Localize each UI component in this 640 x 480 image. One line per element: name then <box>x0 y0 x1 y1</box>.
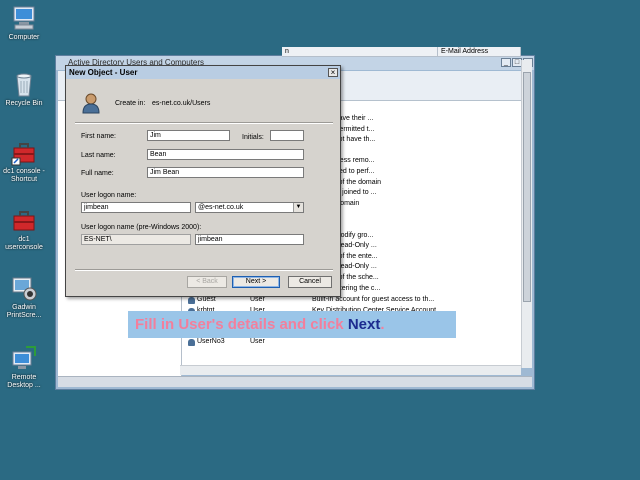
horizontal-scrollbar[interactable] <box>180 365 521 375</box>
desktop-icon-label: Recycle Bin <box>5 100 43 107</box>
remote-desktop-icon <box>10 344 38 372</box>
user-icon <box>82 92 100 114</box>
separator <box>75 269 333 271</box>
toolbox-icon <box>10 206 38 234</box>
caption-highlight: Next <box>347 316 381 333</box>
pre2000-logon-field[interactable]: jimbean <box>195 234 304 245</box>
desktop-icon-label: dc1 userconsole <box>5 236 43 251</box>
caption-suffix: . <box>380 316 385 333</box>
column-header-description[interactable]: n <box>282 47 438 57</box>
dialog-close-button[interactable]: × <box>328 68 338 77</box>
desktop-icon-dc1-console[interactable]: dc1 console - Shortcut <box>2 138 46 184</box>
column-header-email[interactable]: E-Mail Address <box>438 47 521 57</box>
create-in-value: es-net.co.uk/Users <box>152 100 211 107</box>
separator <box>75 122 333 124</box>
user-row-desc: Built-in account for guest access to th.… <box>312 296 435 303</box>
first-name-field[interactable]: Jim <box>147 130 230 141</box>
user-row-name[interactable]: Guest <box>197 296 216 304</box>
toolbox-icon <box>10 138 38 166</box>
new-user-dialog: New Object - User × Create in: es-net.co… <box>65 65 341 297</box>
create-in-label: Create in: <box>115 100 146 107</box>
scrollbar-thumb[interactable] <box>523 72 531 302</box>
user-row-icon <box>188 339 195 347</box>
dialog-title: New Object - User <box>66 66 340 79</box>
full-name-label: Full name: <box>81 170 114 177</box>
desktop-icon-label: Remote Desktop ... <box>7 374 41 389</box>
back-button[interactable]: < Back <box>187 276 227 288</box>
pre2000-domain-field: ES-NET\ <box>81 234 191 245</box>
caption-text: Fill in User's details and click <box>135 316 348 333</box>
initials-field[interactable] <box>270 130 304 141</box>
user-row-name[interactable]: UserNo3 <box>197 338 225 346</box>
cancel-button[interactable]: Cancel <box>288 276 332 288</box>
desktop-icon-label: Computer <box>8 34 40 41</box>
desktop-icon-computer[interactable]: Computer <box>2 4 46 42</box>
chevron-down-icon[interactable]: ▼ <box>293 203 303 212</box>
computer-icon <box>10 4 38 32</box>
desktop-icon-recycle-bin[interactable]: Recycle Bin <box>2 70 46 108</box>
desktop-icon-gadwin[interactable]: Gadwin PrintScre... <box>2 274 46 320</box>
user-row-icon <box>188 297 195 304</box>
last-name-label: Last name: <box>81 152 116 159</box>
first-name-label: First name: <box>81 133 117 140</box>
desktop-icon-dc1-userconsole[interactable]: dc1 userconsole <box>2 206 46 252</box>
logon-name-label: User logon name: <box>81 192 137 199</box>
full-name-field[interactable]: Jim Bean <box>147 167 304 178</box>
user-row-type: User <box>250 296 265 303</box>
initials-label: Initials: <box>242 134 264 141</box>
last-name-field[interactable]: Bean <box>147 149 304 160</box>
vertical-scrollbar[interactable] <box>521 60 532 368</box>
domain-select[interactable]: @es-net.co.uk <box>195 202 304 213</box>
next-button[interactable]: Next > <box>232 276 280 288</box>
logon-name-field[interactable]: jimbean <box>81 202 191 213</box>
print-screen-icon <box>10 274 38 302</box>
minimize-button[interactable]: _ <box>501 58 511 67</box>
user-row-type: User <box>250 338 265 346</box>
domain-select-value: @es-net.co.uk <box>198 204 244 211</box>
desktop-icon-remote-desktop[interactable]: Remote Desktop ... <box>2 344 46 390</box>
desktop-icon-label: Gadwin PrintScre... <box>6 304 42 319</box>
status-bar <box>58 376 532 387</box>
instruction-caption: Fill in User's details and click Next. <box>128 311 456 338</box>
pre2000-label: User logon name (pre-Windows 2000): <box>81 224 202 231</box>
desktop-icon-label: dc1 console - Shortcut <box>3 168 45 183</box>
recycle-bin-icon <box>10 70 38 98</box>
